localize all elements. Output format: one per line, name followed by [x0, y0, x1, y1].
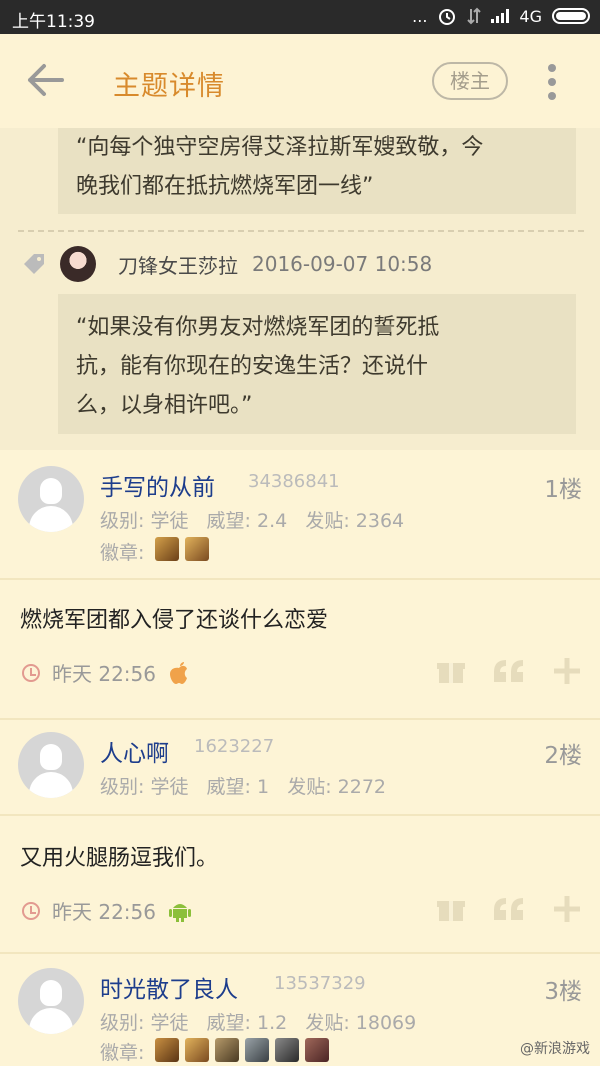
user-id: 34386841 — [248, 471, 340, 492]
badge-icon[interactable] — [305, 1038, 329, 1062]
badge-list — [155, 1038, 329, 1062]
post-meta: 昨天 22:56 — [22, 658, 190, 687]
quoted-post: “向每个独守空房得艾泽拉斯军嫂致敬，今 晚我们都在抵抗燃烧军团一线” 刀锋女王莎… — [0, 128, 600, 450]
only-owner-button[interactable]: 楼主 — [432, 62, 508, 100]
user-id: 1623227 — [194, 736, 275, 757]
post-content: 燃烧军团都入侵了还谈什么恋爱 — [20, 608, 329, 633]
user-stats: 级别: 学徒 威望: 1 发贴: 2272 — [100, 776, 387, 798]
floor-number: 3楼 — [544, 979, 582, 1005]
quote-icon[interactable] — [492, 896, 526, 922]
status-bar: 上午11:39 ... 4G — [0, 0, 600, 34]
dashed-divider — [18, 230, 584, 232]
clock-icon — [22, 901, 40, 920]
notification-dots: ... — [412, 6, 428, 26]
gift-icon[interactable] — [436, 657, 466, 685]
avatar[interactable] — [18, 732, 84, 798]
post-header: 手写的从前 34386841 1楼 级别: 学徒 威望: 2.4 发贴: 236… — [0, 450, 600, 580]
battery-icon — [552, 8, 590, 24]
user-stats: 级别: 学徒 威望: 2.4 发贴: 2364 — [100, 510, 405, 532]
watermark: @新浪游戏 — [520, 1041, 590, 1057]
network-type: 4G — [519, 6, 542, 26]
post-floor-1: 手写的从前 34386841 1楼 级别: 学徒 威望: 2.4 发贴: 236… — [0, 450, 600, 718]
avatar[interactable] — [18, 466, 84, 532]
status-icons: ... 4G — [412, 6, 590, 26]
data-transfer-icon — [467, 7, 482, 25]
post-actions — [436, 894, 582, 924]
add-icon[interactable] — [552, 894, 582, 924]
post-time: 昨天 22:56 — [52, 900, 156, 924]
badge-icon[interactable] — [185, 537, 209, 561]
reply-author[interactable]: 刀锋女王莎拉 — [118, 250, 238, 279]
avatar[interactable] — [18, 968, 84, 1034]
post-time: 昨天 22:56 — [52, 662, 156, 686]
reply-time: 2016-09-07 10:58 — [252, 252, 433, 276]
badge-icon[interactable] — [185, 1038, 209, 1062]
add-icon[interactable] — [552, 656, 582, 686]
badges-label: 徽章: — [100, 542, 145, 564]
quote-icon[interactable] — [492, 658, 526, 684]
avatar[interactable] — [60, 246, 96, 282]
apple-icon — [170, 661, 187, 684]
user-stats: 级别: 学徒 威望: 1.2 发贴: 18069 — [100, 1012, 417, 1034]
post-meta: 昨天 22:56 — [22, 896, 192, 925]
badges-label: 徽章: — [100, 1042, 145, 1064]
badge-icon[interactable] — [245, 1038, 269, 1062]
clock-icon — [22, 663, 40, 682]
more-options-icon[interactable] — [545, 64, 559, 100]
reply-header: 刀锋女王莎拉 2016-09-07 10:58 — [20, 244, 432, 284]
gift-icon[interactable] — [436, 895, 466, 923]
username[interactable]: 人心啊 — [100, 734, 169, 768]
badge-icon[interactable] — [275, 1038, 299, 1062]
user-id: 13537329 — [274, 973, 366, 994]
post-floor-3: 时光散了良人 13537329 3楼 级别: 学徒 威望: 1.2 发贴: 18… — [0, 954, 600, 1066]
android-icon — [169, 903, 191, 922]
edit-tag-icon — [24, 254, 44, 274]
status-time: 上午11:39 — [12, 12, 95, 32]
post-header: 人心啊 1623227 2楼 级别: 学徒 威望: 1 发贴: 2272 — [0, 720, 600, 816]
username[interactable]: 时光散了良人 — [100, 970, 238, 1004]
floor-number: 1楼 — [544, 477, 582, 503]
username[interactable]: 手写的从前 — [100, 468, 215, 502]
quote-text-top: “向每个独守空房得艾泽拉斯军嫂致敬，今 晚我们都在抵抗燃烧军团一线” — [58, 128, 576, 214]
badge-icon[interactable] — [215, 1038, 239, 1062]
post-actions — [436, 656, 582, 686]
badge-icon[interactable] — [155, 537, 179, 561]
post-content: 又用火腿肠逗我们。 — [20, 846, 219, 871]
back-arrow-icon[interactable] — [22, 60, 68, 100]
alarm-icon — [439, 9, 456, 25]
signal-icon — [491, 9, 510, 23]
badge-list — [155, 537, 209, 561]
page-title: 主题详情 — [113, 71, 225, 102]
post-floor-2: 人心啊 1623227 2楼 级别: 学徒 威望: 1 发贴: 2272 又用火… — [0, 720, 600, 952]
quote-text-reply: “如果没有你男友对燃烧军团的誓死抵 抗，能有你现在的安逸生活？还说什 么，以身相… — [58, 294, 576, 434]
badge-icon[interactable] — [155, 1038, 179, 1062]
floor-number: 2楼 — [544, 743, 582, 769]
app-header: 主题详情 楼主 — [0, 34, 600, 128]
